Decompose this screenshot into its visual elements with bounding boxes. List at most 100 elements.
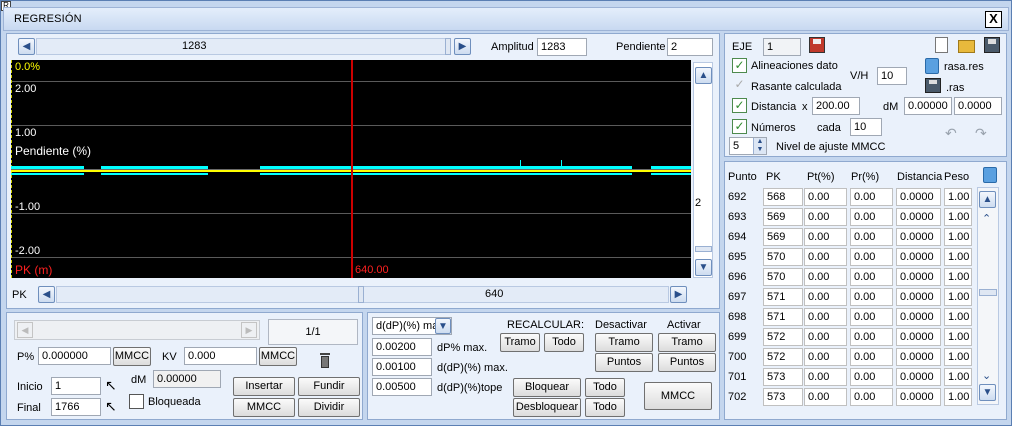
p-mmcc-button[interactable]: MMCC — [113, 347, 151, 366]
table-cell-peso[interactable]: 1.00 — [944, 268, 972, 286]
table-cell-peso[interactable]: 1.00 — [944, 368, 972, 386]
table-cell-distancia[interactable]: 0.0000 — [896, 248, 941, 266]
plot-vscroll-thumb[interactable] — [695, 246, 712, 252]
eje-input[interactable]: 1 — [763, 38, 801, 56]
table-cell-pr[interactable]: 0.00 — [850, 308, 893, 326]
ddp-max-input[interactable]: 0.00100 — [372, 358, 432, 376]
alineaciones-checkbox[interactable]: ✓ — [732, 58, 747, 73]
ddp-tope-input[interactable]: 0.00500 — [372, 378, 432, 396]
table-cell-pk[interactable]: 573 — [763, 368, 803, 386]
table-cell-pr[interactable]: 0.00 — [850, 388, 893, 406]
tramo-scroll[interactable] — [14, 320, 260, 340]
mmcc-run-button[interactable]: MMCC — [644, 382, 712, 410]
table-cell-pr[interactable]: 0.00 — [850, 288, 893, 306]
table-cell-pr[interactable]: 0.00 — [850, 328, 893, 346]
trash-icon[interactable] — [317, 351, 333, 371]
table-cell-distancia[interactable]: 0.0000 — [896, 348, 941, 366]
mmcc-button[interactable]: MMCC — [233, 398, 295, 417]
table-cell-pk[interactable]: 573 — [763, 388, 803, 406]
redo-icon[interactable]: ↷ — [975, 125, 987, 142]
chevron-down-icon[interactable]: ▼ — [435, 318, 451, 334]
activar-puntos-button[interactable]: Puntos — [658, 353, 716, 372]
recalcular-tramo-button[interactable]: Tramo — [500, 333, 540, 352]
plot-scroll-down-button[interactable]: ▼ — [695, 259, 712, 276]
table-cell-pk[interactable]: 571 — [763, 308, 803, 326]
tramo-prev-button[interactable]: ◀ — [17, 322, 33, 338]
table-cell-pr[interactable]: 0.00 — [850, 228, 893, 246]
table-cell-pk[interactable]: 569 — [763, 228, 803, 246]
plot-scroll-up-button[interactable]: ▲ — [695, 67, 712, 84]
desactivar-puntos-button[interactable]: Puntos — [595, 353, 653, 372]
table-cell-pt[interactable]: 0.00 — [804, 188, 847, 206]
spinner-arrows-icon[interactable]: ▲ ▼ — [753, 138, 766, 154]
table-cell-pt[interactable]: 0.00 — [804, 328, 847, 346]
desbloquear-todo-button[interactable]: Todo — [585, 398, 625, 417]
dm-right-input-1[interactable]: 0.00000 — [904, 97, 952, 115]
table-cell-pr[interactable]: 0.00 — [850, 188, 893, 206]
undo-icon[interactable]: ↶ — [945, 125, 957, 142]
table-scroll-up-button[interactable]: ▲ — [979, 191, 996, 208]
table-cell-pk[interactable]: 568 — [763, 188, 803, 206]
table-cell-distancia[interactable]: 0.0000 — [896, 268, 941, 286]
table-cell-pr[interactable]: 0.00 — [850, 348, 893, 366]
table-cell-distancia[interactable]: 0.0000 — [896, 388, 941, 406]
table-cell-peso[interactable]: 1.00 — [944, 388, 972, 406]
table-file-icon[interactable] — [983, 167, 997, 183]
pick-final-cursor-icon[interactable]: ↖ — [105, 398, 117, 415]
table-cell-distancia[interactable]: 0.0000 — [896, 308, 941, 326]
rasante-checkbox[interactable]: ✓ — [732, 78, 747, 93]
insertar-button[interactable]: Insertar — [233, 377, 295, 396]
table-cell-distancia[interactable]: 0.0000 — [896, 288, 941, 306]
table-cell-distancia[interactable]: 0.0000 — [896, 328, 941, 346]
dividir-button[interactable]: Dividir — [298, 398, 360, 417]
table-cell-distancia[interactable]: 0.0000 — [896, 188, 941, 206]
table-cell-peso[interactable]: 1.00 — [944, 308, 972, 326]
table-cell-pt[interactable]: 0.00 — [804, 368, 847, 386]
pk-scroll-thumb[interactable] — [358, 286, 364, 303]
top-scroll-thumb[interactable] — [445, 38, 451, 55]
table-cell-pk[interactable]: 570 — [763, 268, 803, 286]
new-file-icon[interactable] — [935, 37, 948, 53]
recalcular-todo-button[interactable]: Todo — [544, 333, 584, 352]
cada-input[interactable]: 10 — [850, 118, 882, 136]
slope-plot[interactable]: 0.0% 2.00 1.00 Pendiente (%) -1.00 -2.00… — [11, 60, 691, 278]
table-cell-distancia[interactable]: 0.0000 — [896, 228, 941, 246]
vh-input[interactable]: 10 — [877, 67, 907, 85]
fundir-button[interactable]: Fundir — [298, 377, 360, 396]
pendiente-input[interactable]: 2 — [667, 38, 713, 56]
p-input[interactable]: 0.000000 — [38, 347, 111, 365]
table-cell-distancia[interactable]: 0.0000 — [896, 208, 941, 226]
activar-tramo-button[interactable]: Tramo — [658, 333, 716, 352]
close-button[interactable]: X — [985, 11, 1002, 28]
table-cell-pt[interactable]: 0.00 — [804, 308, 847, 326]
table-cell-pr[interactable]: 0.00 — [850, 248, 893, 266]
table-page-up-icon[interactable]: ⌃ — [982, 212, 991, 225]
final-input[interactable]: 1766 — [51, 398, 101, 416]
kv-mmcc-button[interactable]: MMCC — [259, 347, 297, 366]
dm-right-input-2[interactable]: 0.0000 — [954, 97, 1002, 115]
table-cell-peso[interactable]: 1.00 — [944, 288, 972, 306]
table-cell-peso[interactable]: 1.00 — [944, 328, 972, 346]
bloquear-todo-button[interactable]: Todo — [585, 378, 625, 397]
table-cell-peso[interactable]: 1.00 — [944, 208, 972, 226]
rasa-res-file-icon[interactable] — [925, 58, 939, 74]
kv-input[interactable]: 0.000 — [184, 347, 257, 365]
table-cell-pk[interactable]: 572 — [763, 348, 803, 366]
numeros-checkbox[interactable]: ✓ — [732, 119, 747, 134]
table-cell-pt[interactable]: 0.00 — [804, 388, 847, 406]
table-cell-pt[interactable]: 0.00 — [804, 208, 847, 226]
distancia-input[interactable]: 200.00 — [812, 97, 860, 115]
table-cell-pt[interactable]: 0.00 — [804, 288, 847, 306]
table-cell-peso[interactable]: 1.00 — [944, 188, 972, 206]
table-cell-distancia[interactable]: 0.0000 — [896, 368, 941, 386]
table-cell-pk[interactable]: 570 — [763, 248, 803, 266]
pick-inicio-cursor-icon[interactable]: ↖ — [105, 377, 117, 394]
pk-scroll-right-button[interactable]: ▶ — [670, 286, 687, 303]
table-vscroll-thumb[interactable] — [979, 289, 997, 296]
table-cell-pt[interactable]: 0.00 — [804, 228, 847, 246]
table-cell-pt[interactable]: 0.00 — [804, 268, 847, 286]
table-cell-peso[interactable]: 1.00 — [944, 348, 972, 366]
scroll-right-button[interactable]: ▶ — [454, 38, 471, 55]
table-cell-pt[interactable]: 0.00 — [804, 248, 847, 266]
open-folder-icon[interactable] — [958, 40, 975, 53]
